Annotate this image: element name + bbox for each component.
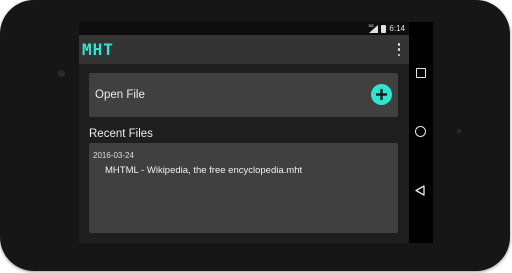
back-icon[interactable] — [415, 185, 425, 196]
battery-icon — [381, 24, 387, 33]
add-file-button[interactable] — [371, 84, 392, 105]
recent-apps-icon[interactable] — [416, 68, 426, 78]
status-bar: 3G 6:14 — [79, 22, 409, 35]
main-content: Open File Recent Files 2016-03-24 MHTML … — [79, 64, 409, 243]
status-time: 6:14 — [389, 24, 405, 33]
open-file-card[interactable]: Open File — [89, 73, 398, 117]
screen: 3G 6:14 MHT Open File Recent Files 2016-… — [79, 22, 433, 243]
front-camera — [58, 70, 65, 77]
recent-files-heading: Recent Files — [89, 128, 153, 140]
overflow-menu-icon[interactable] — [397, 43, 401, 56]
app-title: MHT — [82, 40, 114, 59]
light-sensor — [457, 129, 461, 133]
home-icon[interactable] — [415, 126, 426, 137]
open-file-label: Open File — [95, 89, 145, 101]
navigation-bar — [409, 22, 433, 243]
recent-item-filename[interactable]: MHTML - Wikipedia, the free encyclopedia… — [105, 165, 302, 176]
signal-icon: 3G — [368, 22, 379, 33]
tablet-device: 3G 6:14 MHT Open File Recent Files 2016-… — [0, 0, 510, 271]
recent-item-date: 2016-03-24 — [93, 151, 134, 160]
signal-label: 3G — [368, 22, 374, 28]
app-bar: MHT — [79, 35, 409, 64]
recent-files-list: 2016-03-24 MHTML - Wikipedia, the free e… — [89, 143, 398, 233]
plus-icon — [376, 89, 387, 100]
